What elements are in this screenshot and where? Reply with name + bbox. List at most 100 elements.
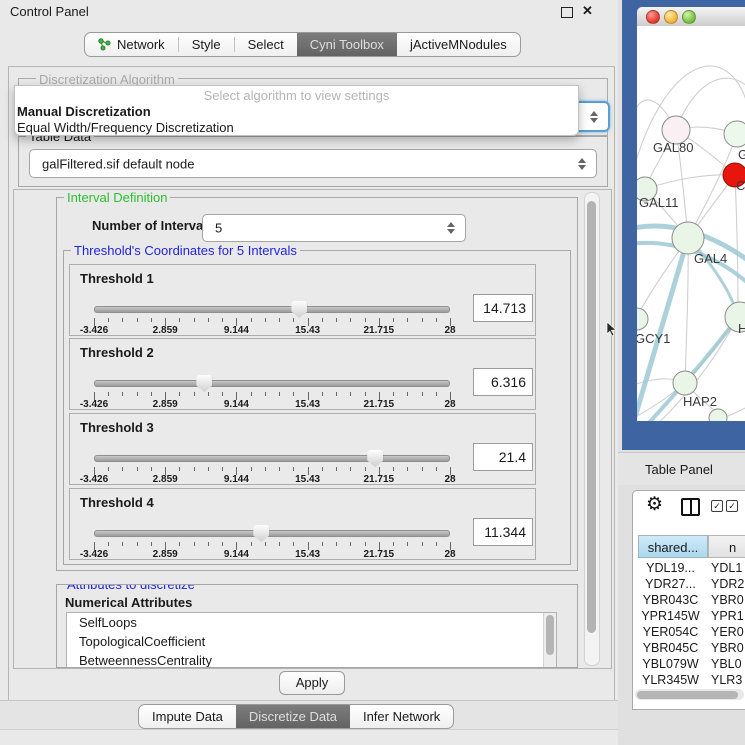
table-data-value: galFiltered.sif default node bbox=[42, 156, 194, 171]
apply-button[interactable]: Apply bbox=[279, 671, 345, 695]
algorithm-dropdown-popup: Select algorithm to view settings Manual… bbox=[14, 85, 579, 136]
slider-thumb[interactable] bbox=[253, 525, 269, 542]
threshold-slider[interactable] bbox=[94, 450, 450, 466]
checkbox-icon[interactable]: ✓ bbox=[726, 500, 738, 512]
node-gal4[interactable] bbox=[672, 222, 704, 254]
minimize-traffic-light-icon[interactable] bbox=[664, 10, 678, 24]
combo-arrows-icon bbox=[578, 158, 587, 170]
network-graph: GAL80 GA GAL11 C GAL4 GCY1 H HAP2 bbox=[637, 26, 745, 421]
column-layout-icon[interactable] bbox=[681, 498, 700, 516]
attributes-group-title: Attributes to discretize bbox=[64, 584, 198, 592]
threshold-slider[interactable] bbox=[94, 525, 450, 541]
node-gcy1[interactable] bbox=[637, 308, 648, 330]
column-header-shared-name[interactable]: shared... bbox=[638, 535, 708, 558]
dropdown-option-manual[interactable]: Manual Discretization bbox=[15, 104, 578, 120]
number-of-intervals-label: Number of Intervals bbox=[92, 218, 214, 233]
tab-network[interactable]: Network bbox=[85, 33, 178, 56]
slider-rail[interactable] bbox=[94, 306, 450, 313]
slider-thumb[interactable] bbox=[291, 301, 307, 318]
float-window-icon[interactable] bbox=[561, 7, 573, 18]
combo-arrows-icon bbox=[590, 111, 599, 123]
node-label: HAP2 bbox=[683, 394, 717, 409]
interval-definition-title: Interval Definition bbox=[64, 190, 170, 205]
combo-arrows-icon bbox=[447, 222, 456, 234]
threshold-slider[interactable] bbox=[94, 375, 450, 391]
slider-thumb[interactable] bbox=[367, 450, 383, 467]
scrollbar-thumb[interactable] bbox=[546, 615, 554, 655]
thresholds-group-title: Threshold's Coordinates for 5 Intervals bbox=[71, 243, 300, 258]
table-row[interactable]: YLR345WYLR3 bbox=[633, 672, 745, 688]
table-header-row: shared... n bbox=[633, 535, 745, 559]
table-row[interactable]: YPR145WYPR1 bbox=[633, 608, 745, 624]
slider-rail[interactable] bbox=[94, 530, 450, 537]
threshold-label: Threshold 2 bbox=[80, 345, 154, 360]
threshold-value-field[interactable]: 14.713 bbox=[473, 294, 533, 322]
gear-icon[interactable]: ⚙ bbox=[646, 493, 663, 516]
table-row[interactable]: YER054CYER0 bbox=[633, 624, 745, 640]
tab-jactivemnodules[interactable]: jActiveMNodules bbox=[397, 33, 520, 56]
threshold-2-box: Threshold 2 -3.4262.8599.14415.4321.7152… bbox=[69, 338, 536, 410]
node-label: GAL80 bbox=[653, 140, 693, 155]
slider-thumb[interactable] bbox=[196, 375, 212, 392]
scrollbar-thumb[interactable] bbox=[587, 201, 596, 633]
table-row[interactable]: YBR045CYBR0 bbox=[633, 640, 745, 656]
table-row[interactable]: YDL19...YDL1 bbox=[633, 560, 745, 576]
node-hap2[interactable] bbox=[673, 371, 697, 395]
tick-labels: -3.4262.8599.14415.4321.71528 bbox=[94, 474, 450, 484]
dropdown-hint: Select algorithm to view settings bbox=[15, 86, 578, 104]
control-panel-titlebar: Control Panel ✕ bbox=[0, 0, 622, 22]
tab-select[interactable]: Select bbox=[235, 33, 297, 56]
node-top-right[interactable] bbox=[724, 121, 745, 147]
table-data-combobox[interactable]: galFiltered.sif default node bbox=[29, 149, 597, 178]
column-header-name[interactable]: n bbox=[708, 535, 745, 558]
threshold-slider[interactable] bbox=[94, 301, 450, 317]
list-item[interactable]: SelfLoops bbox=[67, 613, 556, 632]
tab-style[interactable]: Style bbox=[179, 33, 234, 56]
list-item[interactable]: BetweennessCentrality bbox=[67, 651, 556, 668]
slider-rail[interactable] bbox=[94, 380, 450, 387]
horizontal-scrollbar[interactable] bbox=[635, 689, 744, 700]
threshold-label: Threshold 1 bbox=[80, 271, 154, 286]
threshold-3-box: Threshold 3 -3.4262.8599.14415.4321.7152… bbox=[69, 413, 536, 485]
zoom-traffic-light-icon[interactable] bbox=[682, 10, 696, 24]
dropdown-option-equal-width[interactable]: Equal Width/Frequency Discretization bbox=[15, 120, 578, 136]
bottom-tabbar: Impute Data Discretize Data Infer Networ… bbox=[138, 704, 454, 729]
list-scrollbar[interactable] bbox=[543, 613, 556, 667]
scrollbar-thumb[interactable] bbox=[637, 691, 738, 699]
network-view-window: GAL80 GA GAL11 C GAL4 GCY1 H HAP2 bbox=[622, 0, 745, 450]
tab-discretize-data[interactable]: Discretize Data bbox=[236, 705, 350, 728]
number-of-intervals-combobox[interactable]: 5 bbox=[202, 214, 466, 242]
interval-definition-group: Interval Definition Number of Intervals … bbox=[56, 197, 578, 571]
table-panel: ⚙ ✓ ✓ shared... n YDL19...YDL1 YDR27...Y… bbox=[632, 490, 745, 710]
slider-rail[interactable] bbox=[94, 455, 450, 462]
tab-impute-data[interactable]: Impute Data bbox=[139, 705, 236, 728]
control-panel: Control Panel ✕ Network Style Select Cyn… bbox=[0, 0, 622, 745]
network-window-titlebar[interactable] bbox=[637, 7, 745, 27]
node-label: GAL11 bbox=[639, 195, 679, 210]
tab-cyni-toolbox[interactable]: Cyni Toolbox bbox=[297, 33, 397, 56]
checkbox-icon[interactable]: ✓ bbox=[711, 500, 723, 512]
threshold-1-box: Threshold 1 -3.4262.8599.14415.4321.7152… bbox=[69, 264, 536, 336]
numerical-attributes-label: Numerical Attributes bbox=[65, 595, 192, 610]
table-row[interactable]: YBR043CYBR0 bbox=[633, 592, 745, 608]
tab-infer-network[interactable]: Infer Network bbox=[350, 705, 453, 728]
vertical-scrollbar[interactable] bbox=[584, 192, 600, 666]
threshold-value-field[interactable]: 11.344 bbox=[473, 518, 533, 546]
app-root: Control Panel ✕ Network Style Select Cyn… bbox=[0, 0, 745, 745]
table-row[interactable]: YDR27...YDR2 bbox=[633, 576, 745, 592]
threshold-label: Threshold 3 bbox=[80, 420, 154, 435]
node-bottom[interactable] bbox=[709, 409, 727, 421]
close-traffic-light-icon[interactable] bbox=[646, 10, 660, 24]
list-item[interactable]: TopologicalCoefficient bbox=[67, 632, 556, 651]
close-icon[interactable]: ✕ bbox=[582, 3, 593, 19]
table-row[interactable]: YBL079WYBL0 bbox=[633, 656, 745, 672]
table-panel-titlebar: Table Panel bbox=[618, 452, 745, 485]
node-label: GAL4 bbox=[694, 251, 727, 266]
network-icon bbox=[98, 38, 111, 51]
table-panel-title: Table Panel bbox=[645, 462, 713, 477]
threshold-value-field[interactable]: 21.4 bbox=[473, 443, 533, 471]
node-label: GA bbox=[738, 147, 745, 162]
network-canvas[interactable]: GAL80 GA GAL11 C GAL4 GCY1 H HAP2 bbox=[637, 26, 745, 421]
table-body: YDL19...YDL1 YDR27...YDR2 YBR043CYBR0 YP… bbox=[633, 560, 745, 689]
threshold-value-field[interactable]: 6.316 bbox=[473, 368, 533, 396]
